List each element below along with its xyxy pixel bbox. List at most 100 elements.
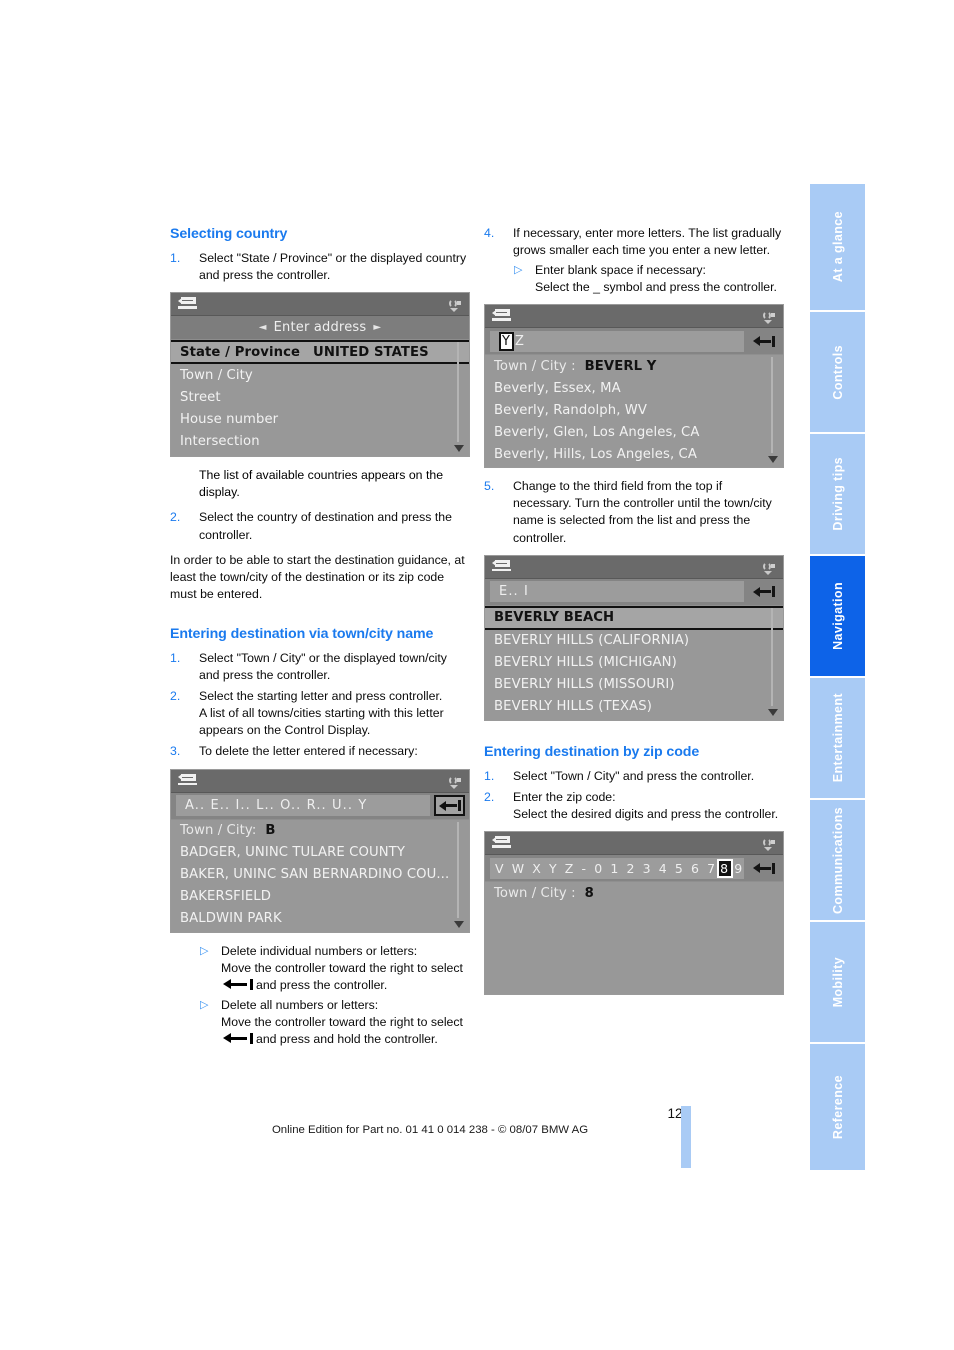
screenshot-enter-address: ◄ Enter address ► State / Province UNITE… [170,292,470,458]
list-row[interactable]: BEVERLY HILLS (TEXAS) [485,696,783,718]
tab-mobility[interactable]: Mobility [810,922,865,1044]
page-footer: 125 Online Edition for Part no. 01 41 0 … [170,1106,690,1136]
steps-third-field: 5. Change to the third field from the to… [484,478,784,546]
paragraph-destination-guidance: In order to be able to start the destina… [170,552,465,601]
tab-at-a-glance[interactable]: At a glance [810,184,865,312]
list-row[interactable]: BAKER, UNINC SAN BERNARDINO COU... [171,864,469,886]
digit-entry-bar: V W X Y Z - 0 1 2 3 4 5 6 789 Ä Ö Ü Á [485,855,783,883]
prev-arrow-icon[interactable]: ◄ [259,322,267,333]
row-label: BEVERLY HILLS (MICHIGAN) [494,655,677,671]
scroll-down-icon[interactable] [454,445,464,453]
letter-strip[interactable]: E.. I [490,581,744,603]
row-value: BEVERL Y [584,358,657,374]
delete-button[interactable] [748,581,779,602]
screenshot-beverly: YZ Town / City : BEVERL Y Beverly, Essex… [484,304,784,469]
tab-label: Reference [830,1074,845,1140]
section-tab-rail: At a glance Controls Driving tips Naviga… [810,184,865,1170]
page-number: 125 [667,1106,690,1121]
list-row-selected[interactable]: BEVERLY BEACH [485,605,783,630]
step-subtext: A list of all towns/cities starting with… [199,706,444,738]
tab-controls[interactable]: Controls [810,312,865,434]
remaining-letters: Z [515,333,526,349]
row-value: 8 [584,885,594,901]
list-row[interactable]: Beverly, Glen, Los Angeles, CA [485,421,783,443]
row-label: Beverly, Glen, Los Angeles, CA [494,424,700,440]
tab-reference[interactable]: Reference [810,1044,865,1170]
list-row[interactable]: Beverly, Randolph, WV [485,399,783,421]
next-arrow-icon[interactable]: ► [373,322,381,333]
bullet-line-2b: and press and hold the controller. [256,1031,438,1046]
tab-communications[interactable]: Communications [810,800,865,922]
tab-driving-tips[interactable]: Driving tips [810,434,865,556]
tab-label: Controls [830,344,845,400]
step-number: 1. [170,251,181,266]
tab-label: Communications [830,806,845,914]
selected-digit[interactable]: 8 [717,858,734,878]
row-label: Town / City : [494,358,576,374]
steps-selecting-country-2: 2. Select the country of destination and… [170,509,470,543]
step-item: 2. Enter the zip code: Select the desire… [484,789,784,823]
list-row[interactable]: BEVERLY HILLS (MISSOURI) [485,674,783,696]
list-row[interactable]: BEVERLY HILLS (MICHIGAN) [485,652,783,674]
back-arrow-icon[interactable] [492,559,511,573]
nav-title: Enter address [273,320,367,336]
letter-strip[interactable]: YZ [490,330,744,352]
tab-label: Entertainment [830,693,845,783]
nav-list: Town / City: B BADGER, UNINC TULARE COUN… [171,819,469,932]
list-row[interactable]: Street [171,386,469,408]
scrollbar[interactable] [454,821,465,930]
digit-strip[interactable]: V W X Y Z - 0 1 2 3 4 5 6 789 Ä Ö Ü Á [490,857,744,879]
tab-label: Navigation [830,582,845,650]
list-row[interactable]: BEVERLY HILLS (CALIFORNIA) [485,630,783,652]
back-arrow-icon[interactable] [178,773,197,787]
scrollbar[interactable] [454,342,465,454]
list-row[interactable]: BADGER, UNINC TULARE COUNTY [171,842,469,864]
letter-strip[interactable]: A.. E.. I.. L.. O.. R.. U.. Y [176,795,430,817]
step-text: If necessary, enter more letters. The li… [513,226,782,258]
list-row[interactable]: House number [171,408,469,430]
row-label: Beverly, Randolph, WV [494,402,648,418]
row-label: Town / City: [180,823,257,839]
scroll-down-icon[interactable] [768,456,778,464]
tab-navigation[interactable]: Navigation [810,556,865,678]
scrollbar[interactable] [768,607,779,718]
tab-label: Driving tips [830,457,845,531]
right-column: 4. If necessary, enter more letters. The… [484,225,784,1005]
step-number: 4. [484,226,495,240]
delete-button[interactable] [434,795,465,817]
list-row[interactable]: BAKERSFIELD [171,886,469,908]
list-row[interactable]: Intersection [171,430,469,452]
backspace-arrow-icon [752,862,775,874]
heading-zip-code: Entering destination by zip code [484,743,700,760]
step-item: 2. Select the country of destination and… [170,509,470,543]
list-row[interactable]: Beverly, Essex, MA [485,377,783,399]
list-row[interactable]: BALDWIN PARK [171,908,469,930]
step-number: 5. [484,479,495,494]
scroll-down-icon[interactable] [454,920,464,928]
back-arrow-icon[interactable] [492,309,511,322]
steps-town-city: 1. Select "Town / City" or the displayed… [170,650,470,760]
step-text: Select "Town / City" and press the contr… [513,768,755,783]
row-label: Beverly, Hills, Los Angeles, CA [494,446,697,462]
step-item: 2. Select the starting letter and press … [170,688,470,739]
tab-entertainment[interactable]: Entertainment [810,678,865,800]
list-row[interactable]: Beverly, Hills, Los Angeles, CA [485,443,783,465]
row-label: Intersection [180,433,260,449]
delete-button[interactable] [748,331,779,352]
selected-letter[interactable]: Y [499,331,515,351]
scrollbar[interactable] [768,357,779,465]
step-item: 1. Select "Town / City" and press the co… [484,768,784,785]
list-row-selected[interactable]: State / Province UNITED STATES [171,340,469,365]
row-value: UNITED STATES [313,344,429,360]
step-text: Change to the third field from the top i… [513,479,772,545]
delete-bullets: ▷ Delete individual numbers or letters: … [170,943,470,1048]
scrollbar-track [771,607,773,706]
back-arrow-icon[interactable] [492,836,511,849]
delete-button[interactable] [748,858,779,879]
list-row[interactable]: Town / City [171,364,469,386]
screenshot-beverly-hills: E.. I BEVERLY BEACH BEVERLY HILLS (CALIF… [484,554,784,721]
scroll-down-icon[interactable] [768,708,778,716]
step-number: 1. [170,651,181,666]
step-text: Select the starting letter and press con… [199,689,443,704]
back-arrow-icon[interactable] [178,297,197,310]
